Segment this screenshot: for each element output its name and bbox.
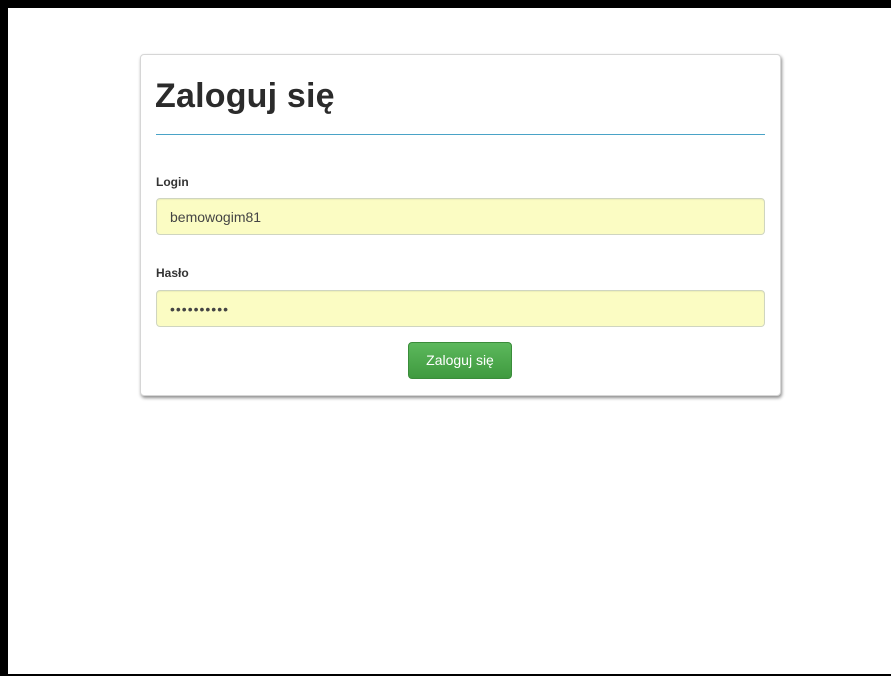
login-submit-button[interactable]: Zaloguj się: [408, 342, 512, 379]
login-field[interactable]: [156, 198, 765, 235]
password-field[interactable]: [156, 290, 765, 327]
login-label: Login: [156, 175, 189, 189]
browser-viewport: Zaloguj się Login Hasło Zaloguj się: [8, 8, 891, 674]
title-divider: [156, 134, 765, 135]
password-label: Hasło: [156, 266, 189, 280]
login-card: Zaloguj się Login Hasło Zaloguj się: [140, 54, 781, 396]
page-title: Zaloguj się: [155, 77, 335, 115]
